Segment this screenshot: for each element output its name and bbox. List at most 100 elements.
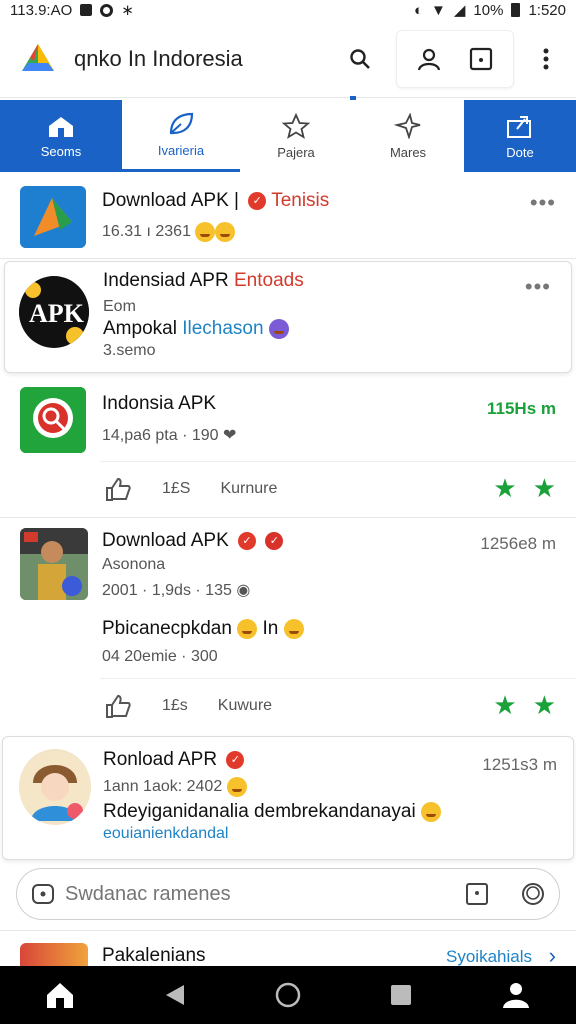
more-button[interactable]: ••• (530, 190, 556, 216)
item-actions: 1£S Kurnure ★ ★ (104, 473, 556, 504)
tab-label: Mares (389, 144, 427, 160)
rating-stars: ★ ★ (493, 690, 556, 721)
comment-button[interactable]: Kurnure (220, 480, 277, 498)
list-item[interactable]: Ronload APR 1251s3 m 1ann 1aok: 2402 Rde… (0, 734, 576, 866)
item-title: Indonsia APK (102, 393, 217, 414)
more-vert-icon (543, 48, 549, 69)
list-item[interactable]: Indonsia APK 115Hs m 14,pa6 pta · 190 ❤ … (0, 377, 576, 517)
item-title: Indensiad APR (103, 270, 229, 291)
list-item[interactable]: Download APK 1256e8 m Asonona 2001 · 1,9… (0, 518, 576, 734)
notification-icon (80, 4, 93, 16)
tab-label: Dote (506, 144, 534, 160)
app-title: qnko In Indoresia (74, 45, 243, 71)
more-options-button[interactable] (520, 33, 572, 85)
list-item[interactable]: Pakalenians Syoikahials › (0, 930, 576, 968)
apk-avatar: APK (19, 276, 89, 348)
list-item[interactable]: APK Indensiad APR Entoads Eom Ampokal Il… (0, 259, 576, 377)
item-text: Ampokal (103, 318, 177, 339)
home-nav-icon[interactable] (44, 980, 76, 1010)
item-title: Download APK | (102, 190, 239, 211)
comment-button[interactable]: Kuwure (218, 697, 272, 715)
bluetooth-icon: ∗ (121, 2, 134, 19)
item-subtitle: Eom (103, 298, 136, 315)
item-meta: 14,pa6 pta · 190 (102, 427, 219, 444)
app-logo-image (20, 186, 86, 248)
recents-icon[interactable] (390, 984, 412, 1006)
profile-photo (20, 528, 88, 600)
emoji-icon (195, 222, 216, 242)
item-link[interactable]: eouianienkdandal (103, 825, 228, 843)
star-icon: ★ (493, 690, 517, 720)
globe-icon (268, 318, 289, 339)
tab-home[interactable]: Seoms (0, 100, 122, 172)
account-actions (396, 29, 514, 88)
tab-bar: Seoms Ivarieria Pajera Mares Dote (0, 100, 576, 172)
tab-trending[interactable]: Ivarieria (122, 100, 240, 172)
search-bar[interactable] (16, 868, 560, 920)
bottom-navigation (0, 966, 576, 1024)
item-time: 1256e8 m (480, 534, 556, 553)
rating-stars: ★ ★ (493, 473, 556, 504)
tab-favorites[interactable]: Mares (352, 100, 464, 172)
item-body-suffix: In (262, 618, 279, 639)
search-button[interactable] (334, 33, 386, 85)
tab-label: Pajera (277, 144, 315, 160)
signal-icon: ◢ (453, 2, 466, 19)
status-time: 113.9:AO (10, 1, 73, 19)
app-thumbnail (20, 943, 88, 967)
list-item[interactable]: Download APK | Tenisis 16.31 ı 2361 ••• (0, 172, 576, 258)
item-link[interactable]: Ilechason (182, 318, 263, 339)
item-time: 1251s3 m (482, 755, 557, 774)
profile-button[interactable] (403, 33, 455, 85)
like-count: 1£s (162, 696, 188, 714)
emoji-icon (237, 618, 258, 639)
item-body: Pbicanecpkdan (102, 618, 232, 639)
home-circle-icon[interactable] (274, 981, 302, 1009)
more-button[interactable]: ••• (525, 274, 551, 300)
item-time: 115Hs m (487, 399, 556, 418)
sparkle-icon (394, 112, 421, 139)
item-meta: 04 20emie · 300 (102, 648, 218, 665)
star-icon: ★ (493, 473, 517, 503)
item-body: Rdeyiganidanalia dembrekandanayai (103, 801, 416, 822)
profile-nav-icon[interactable] (500, 980, 532, 1010)
search-input[interactable] (65, 882, 465, 906)
item-card: APK Indensiad APR Entoads Eom Ampokal Il… (4, 261, 572, 373)
heart-small-icon: ❤ (223, 427, 237, 444)
item-meta: 1ann 1aok: 2402 (103, 778, 223, 796)
notifications-button[interactable] (455, 33, 507, 85)
item-subtitle: Asonona (102, 556, 166, 573)
badge-icon (265, 531, 284, 550)
like-icon[interactable] (104, 476, 132, 502)
tab-share[interactable]: Dote (464, 100, 576, 172)
tab-popular[interactable]: Pajera (240, 100, 352, 172)
image-icon[interactable] (465, 882, 489, 906)
verified-icon (248, 191, 267, 210)
feed-list: Download APK | Tenisis 16.31 ı 2361 ••• … (0, 172, 576, 866)
back-icon[interactable] (164, 983, 186, 1007)
like-icon[interactable] (104, 693, 132, 719)
emoji-picker-icon[interactable] (521, 882, 545, 906)
chat-icon (32, 884, 54, 904)
inbox-icon (469, 47, 493, 70)
app-bar: qnko In Indoresia (0, 20, 576, 98)
share-icon (507, 115, 531, 138)
item-link[interactable]: Syoikahials (446, 947, 532, 967)
item-meta: 16.31 ı 2361 (102, 223, 191, 241)
verified-icon (226, 750, 245, 769)
status-bar: 113.9:AO ∗ ◐ ▼ ◢ 10% 1:520 (0, 0, 576, 20)
star-outline-icon (282, 112, 310, 139)
item-title: Download APK (102, 530, 229, 551)
divider (100, 461, 576, 462)
vibrate-icon: ◐ (413, 1, 424, 19)
item-tag: Tenisis (271, 190, 330, 211)
divider (100, 678, 576, 679)
check-circle-icon: ◉ (236, 582, 251, 599)
star-icon: ★ (532, 690, 556, 720)
avatar (19, 749, 91, 825)
verified-icon (238, 531, 257, 550)
emoji-icon (215, 222, 236, 242)
like-count: 1£S (162, 479, 191, 497)
item-title: Pakalenians (102, 945, 206, 966)
app-thumbnail (20, 186, 86, 248)
